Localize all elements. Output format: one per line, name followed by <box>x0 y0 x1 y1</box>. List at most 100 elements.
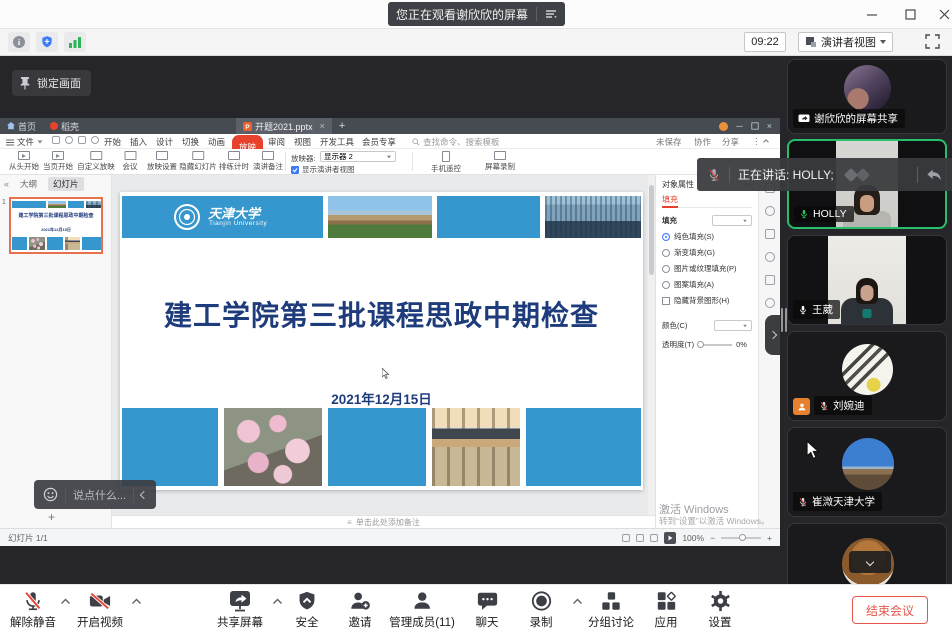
file-menu[interactable]: 文件 <box>6 136 43 148</box>
share-button[interactable]: 分享 <box>722 136 739 148</box>
menu-tab-start[interactable]: 开始 <box>104 136 121 148</box>
sidebar-resize-grip[interactable] <box>781 308 787 332</box>
more-menu-icon[interactable]: ⋮ <box>752 136 761 147</box>
fill-preset-dropdown[interactable] <box>712 215 752 226</box>
chat-input-placeholder[interactable]: 说点什么... <box>73 487 126 503</box>
menu-tab-review[interactable]: 审阅 <box>268 136 285 148</box>
mic-options-chevron[interactable] <box>60 598 71 605</box>
ribbon-rehearse[interactable]: 排练计时 <box>219 151 249 172</box>
scrollbar-thumb[interactable] <box>649 185 654 275</box>
slide-thumbnail-1[interactable]: 建工学院第三批课程思政中期检查 2021年12月15日 <box>9 197 103 254</box>
fill-option-picture[interactable]: 图片或纹理填充(P) <box>662 263 752 274</box>
sorter-view-icon[interactable] <box>636 534 644 542</box>
security-button[interactable]: 安全 <box>296 590 319 630</box>
share-screen-button[interactable]: 共享屏幕 <box>217 590 263 630</box>
zoom-slider[interactable] <box>721 537 761 539</box>
slides-tab[interactable]: 幻灯片 <box>48 177 84 191</box>
close-tab-icon[interactable]: × <box>320 121 325 131</box>
ribbon-custom-show[interactable]: 自定义放映 <box>77 151 115 172</box>
add-slide-button[interactable]: + <box>48 510 55 524</box>
wps-document-tab[interactable]: P 开题2021.pptx × <box>236 118 332 134</box>
security-shield-icon[interactable] <box>36 32 58 52</box>
transparency-slider[interactable] <box>698 344 732 346</box>
ribbon-screen-record[interactable]: 屏幕录制 <box>485 151 515 172</box>
outline-tab[interactable]: 大纲 <box>15 177 42 191</box>
menu-tab-animation[interactable]: 动画 <box>208 136 225 148</box>
ribbon-show-settings[interactable]: 放映设置 <box>147 151 177 172</box>
ribbon-hide-slide[interactable]: 隐藏幻灯片 <box>179 151 217 172</box>
wps-minimize-icon[interactable]: ─ <box>736 121 742 131</box>
maximize-button[interactable] <box>896 0 924 29</box>
menu-tab-devtools[interactable]: 开发工具 <box>320 136 354 148</box>
start-video-button[interactable]: 开启视频 <box>77 590 123 630</box>
collaborate-button[interactable]: 协作 <box>694 136 711 148</box>
menu-tab-design[interactable]: 设计 <box>156 136 173 148</box>
network-signal-icon[interactable] <box>64 32 86 52</box>
scroll-participants-down-button[interactable] <box>849 551 891 573</box>
color-dropdown[interactable] <box>714 320 752 331</box>
fill-option-solid[interactable]: 纯色填充(S) <box>662 231 752 242</box>
ribbon-from-current[interactable]: 当页开始 <box>43 151 73 172</box>
strip-icon-4[interactable] <box>765 252 775 262</box>
play-slideshow-icon[interactable] <box>664 532 676 544</box>
hide-background-checkbox[interactable]: 隐藏背景图形(H) <box>662 295 752 306</box>
ribbon-phone-remote[interactable]: 手机遥控 <box>431 151 461 174</box>
zoom-out-button[interactable]: − <box>710 533 715 543</box>
reply-arrow-icon[interactable] <box>926 168 942 182</box>
close-button[interactable] <box>930 0 952 29</box>
reading-view-icon[interactable] <box>650 534 658 542</box>
wps-store-tab[interactable]: 稻壳 <box>43 118 86 134</box>
menu-tab-member[interactable]: 会员专享 <box>362 136 396 148</box>
ribbon-search-input[interactable]: 查找命令、搜索模板 <box>412 136 500 148</box>
participant-tile-wangwei[interactable]: 王葳 <box>787 235 947 325</box>
ribbon-speaker-notes[interactable]: 演讲备注 <box>253 151 283 172</box>
breakout-rooms-button[interactable]: 分组讨论 <box>588 590 634 630</box>
share-options-chevron[interactable] <box>272 598 283 605</box>
settings-button[interactable]: 设置 <box>709 590 732 630</box>
chat-button[interactable]: 聊天 <box>476 590 499 630</box>
normal-view-icon[interactable] <box>622 534 630 542</box>
collapse-ribbon-icon[interactable] <box>764 136 768 146</box>
zoom-in-button[interactable]: + <box>767 533 772 543</box>
record-button[interactable]: 录制 <box>530 590 553 630</box>
ribbon-from-beginning[interactable]: 从头开始 <box>9 151 39 172</box>
strip-icon-3[interactable] <box>765 229 775 239</box>
view-mode-selector[interactable]: 演讲者视图 <box>798 32 893 52</box>
wps-maximize-icon[interactable] <box>751 122 759 130</box>
canvas-scrollbar[interactable] <box>648 175 655 515</box>
menu-tab-transition[interactable]: 切换 <box>182 136 199 148</box>
slide-1[interactable]: 天津大学 Tianjin University 建工学院第三批课程思政中期检查 … <box>120 192 643 490</box>
strip-icon-5[interactable] <box>765 275 775 285</box>
invite-button[interactable]: 邀请 <box>349 590 372 630</box>
new-tab-button[interactable]: + <box>332 118 352 134</box>
participant-tile-liuwandi[interactable]: 刘婉迪 <box>787 331 947 421</box>
user-avatar[interactable] <box>719 122 728 131</box>
quick-access-icons[interactable] <box>52 136 99 144</box>
record-options-chevron[interactable] <box>572 598 583 605</box>
banner-menu-icon[interactable] <box>545 8 557 20</box>
fullscreen-icon[interactable] <box>924 33 941 50</box>
collapse-chat-icon[interactable] <box>140 490 148 498</box>
wps-close-icon[interactable]: × <box>767 121 772 131</box>
end-meeting-button[interactable]: 结束会议 <box>852 596 928 624</box>
participant-tile-screenshare[interactable]: 谢欣欣的屏幕共享 <box>787 59 947 134</box>
strip-icon-6[interactable] <box>765 298 775 308</box>
strip-icon-2[interactable] <box>765 206 775 216</box>
apps-button[interactable]: 应用 <box>655 590 678 630</box>
muted-mic-icon[interactable] <box>707 167 721 183</box>
menu-tab-insert[interactable]: 插入 <box>130 136 147 148</box>
quick-chat-bar[interactable]: 说点什么... <box>34 480 156 509</box>
wps-home-tab[interactable]: 首页 <box>0 118 43 134</box>
ribbon-meeting[interactable]: 会议 <box>123 151 138 172</box>
save-status[interactable]: 未保存 <box>656 136 682 148</box>
sidebar-collapse-handle[interactable] <box>765 315 780 355</box>
fill-option-pattern[interactable]: 图案填充(A) <box>662 279 752 290</box>
speaker-view-checkbox[interactable]: 显示演讲者视图 <box>291 164 355 175</box>
fill-tab[interactable]: 填充 <box>662 195 678 208</box>
meeting-info-icon[interactable]: i <box>8 32 30 52</box>
menu-tab-view[interactable]: 视图 <box>294 136 311 148</box>
slider-handle[interactable] <box>697 341 704 348</box>
lock-screen-button[interactable]: 锁定画面 <box>12 70 91 96</box>
collapse-panel-icon[interactable]: « <box>4 179 9 189</box>
manage-members-button[interactable]: 管理成员(11) <box>389 590 455 630</box>
